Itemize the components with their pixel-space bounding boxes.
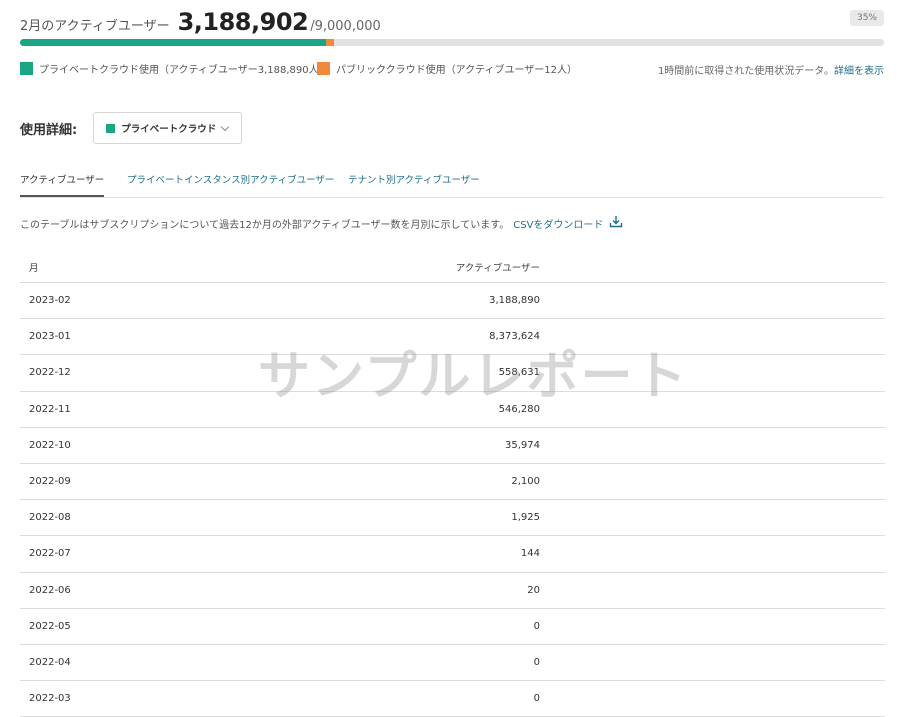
row-month: 2023-01 (29, 331, 71, 343)
table-row: 2022-10 35,974 (20, 428, 885, 464)
table-row: 2022-07 144 (20, 536, 885, 573)
row-active-users: 0 (533, 693, 540, 705)
summary-value: 3,188,902 (177, 8, 309, 36)
usage-tabs: アクティブユーザー プライベートインスタンス別アクティブユーザー テナント別アク… (20, 166, 884, 198)
row-active-users: 20 (527, 584, 540, 596)
csv-download-link[interactable]: CSVをダウンロード (513, 216, 603, 231)
usage-detail-label: 使用詳細: (20, 122, 78, 138)
table-row: 2022-09 2,100 (20, 464, 885, 501)
tab-active-users[interactable]: アクティブユーザー (20, 172, 105, 197)
row-month: 2022-04 (29, 656, 71, 668)
table-row: 2022-08 1,925 (20, 500, 885, 537)
usage-progress-bar (20, 39, 884, 46)
progress-private-fill (20, 39, 326, 46)
table-row: 2022-12 558,631 (20, 355, 885, 392)
row-active-users: 0 (533, 656, 540, 668)
legend-private: プライベートクラウド使用（アクティブユーザー3,188,890人） (20, 61, 329, 76)
table-row: 2022-11 546,280 (20, 392, 885, 428)
header-active-users: アクティブユーザー (455, 263, 540, 274)
row-active-users: 35,974 (505, 439, 540, 451)
row-month: 2022-10 (29, 439, 71, 451)
active-users-table: 月 アクティブユーザー 2023-02 3,188,890 2023-01 8,373… (20, 250, 885, 717)
summary-total: /9,000,000 (310, 19, 381, 34)
legend-private-label: プライベートクラウド使用（アクティブユーザー3,188,890人） (39, 65, 329, 76)
row-active-users: 2,100 (511, 475, 540, 487)
usage-percent-badge: 35% (849, 10, 884, 26)
table-description: このテーブルはサブスクリプションについて過去12か月の外部アクティブユーザー数を… (20, 215, 623, 231)
table-body: 2023-02 3,188,890 2023-01 8,373,624 2022-12 5… (20, 283, 885, 717)
row-active-users: 8,373,624 (489, 331, 540, 343)
row-month: 2022-11 (29, 403, 71, 415)
row-active-users: 558,631 (498, 367, 540, 379)
row-active-users: 1,925 (511, 512, 540, 524)
row-active-users: 3,188,890 (489, 295, 540, 306)
table-row: 2022-06 20 (20, 573, 885, 609)
data-updated-info: 1時間前に取得された使用状況データ。詳細を表示 (658, 62, 884, 77)
usage-detail-row: 使用詳細: プライベートクラウド (20, 112, 243, 144)
row-month: 2022-12 (29, 367, 71, 379)
tab-active-users-by-private-instance[interactable]: プライベートインスタンス別アクティブユーザー (127, 172, 334, 195)
legend-private-swatch (20, 62, 33, 75)
tab-active-users-by-tenant[interactable]: テナント別アクティブユーザー (348, 172, 480, 195)
summary-label: 2月のアクティブユーザー (20, 19, 170, 34)
cloud-type-dropdown[interactable]: プライベートクラウド (93, 112, 243, 144)
dropdown-swatch (106, 123, 116, 133)
legend-public: パブリッククラウド使用（アクティブユーザー12人） (317, 61, 577, 76)
progress-public-fill (326, 39, 334, 46)
table-row: 2023-01 8,373,624 (20, 319, 885, 356)
row-active-users: 546,280 (498, 403, 540, 415)
table-row: 2022-04 0 (20, 645, 885, 682)
table-row: 2022-03 0 (20, 681, 885, 717)
data-updated-text: 1時間前に取得された使用状況データ。 (657, 66, 834, 77)
row-month: 2022-08 (29, 512, 71, 524)
legend-public-swatch (317, 62, 330, 75)
row-month: 2022-07 (29, 548, 71, 560)
row-active-users: 0 (533, 620, 540, 632)
row-month: 2022-06 (29, 584, 71, 596)
row-month: 2022-03 (29, 693, 71, 705)
download-icon[interactable] (609, 215, 623, 231)
row-month: 2022-09 (29, 475, 71, 487)
header-month: 月 (29, 263, 39, 274)
table-row: 2022-05 0 (20, 609, 885, 645)
table-row: 2023-02 3,188,890 (20, 283, 885, 320)
table-header: 月 アクティブユーザー (20, 250, 885, 283)
chevron-down-icon (220, 122, 230, 131)
usage-legend: プライベートクラウド使用（アクティブユーザー3,188,890人） パブリックク… (20, 61, 884, 77)
details-link[interactable]: 詳細を表示 (834, 66, 884, 77)
row-active-users: 144 (520, 548, 540, 560)
row-month: 2023-02 (29, 295, 71, 306)
row-month: 2022-05 (29, 620, 71, 632)
description-text: このテーブルはサブスクリプションについて過去12か月の外部アクティブユーザー数を… (20, 219, 510, 231)
dropdown-value: プライベートクラウド (121, 124, 217, 135)
legend-public-label: パブリッククラウド使用（アクティブユーザー12人） (336, 65, 578, 76)
active-users-summary: 2月のアクティブユーザー 3,188,902 /9,000,000 (20, 8, 381, 38)
